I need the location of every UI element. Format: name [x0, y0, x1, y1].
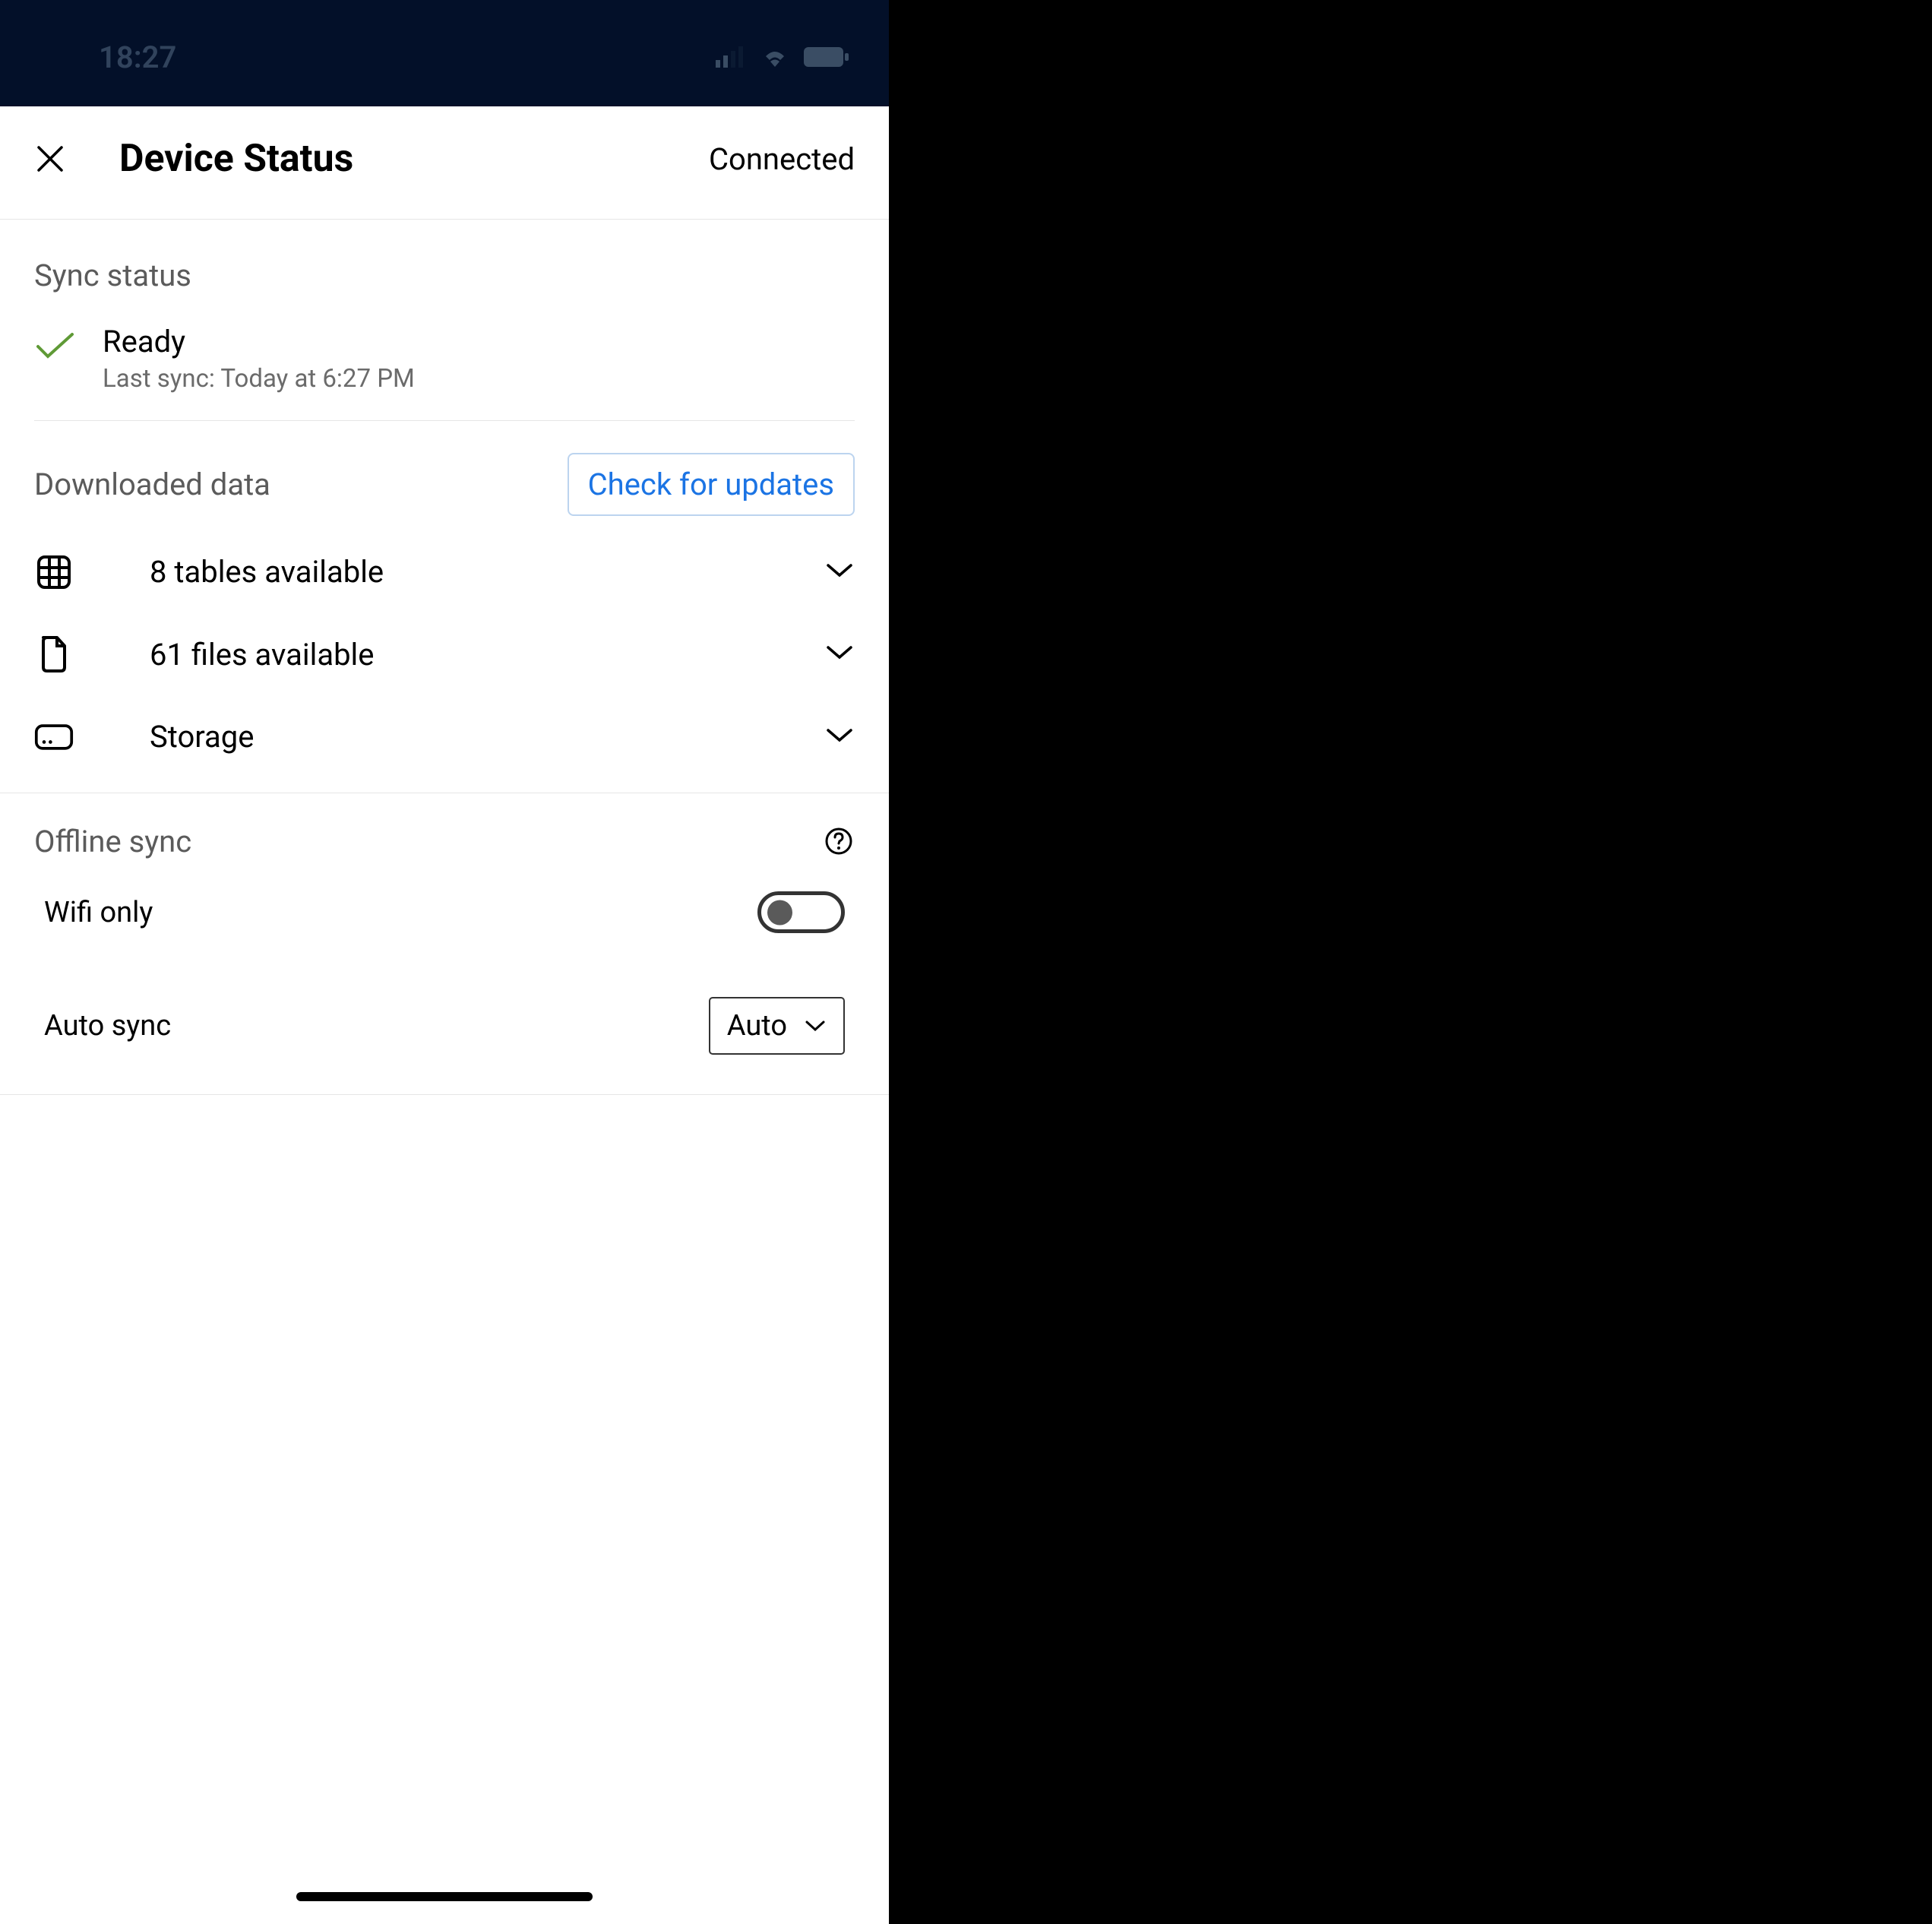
device-status-panel: 18:27 Device Status Connected Sync statu…	[0, 0, 889, 1924]
check-icon	[34, 331, 76, 365]
auto-sync-label: Auto sync	[44, 1009, 171, 1043]
page-title: Device Status	[119, 137, 709, 181]
status-bar: 18:27	[0, 0, 889, 106]
storage-icon	[34, 723, 74, 752]
chevron-down-icon	[824, 644, 855, 665]
toggle-knob	[767, 900, 792, 925]
connection-status: Connected	[709, 141, 855, 177]
auto-sync-value: Auto	[727, 1009, 787, 1043]
sync-status-header: Sync status	[34, 220, 855, 309]
close-button[interactable]	[34, 143, 66, 175]
files-row[interactable]: 61 files available	[34, 612, 855, 696]
sync-status-text: Ready Last sync: Today at 6:27 PM	[103, 324, 415, 394]
cellular-icon	[716, 46, 746, 68]
status-time: 18:27	[99, 40, 176, 75]
help-button[interactable]	[824, 827, 855, 857]
storage-row[interactable]: Storage	[34, 696, 855, 777]
status-icons	[716, 46, 851, 68]
chevron-down-icon	[824, 562, 855, 583]
sync-status-row: Ready Last sync: Today at 6:27 PM	[34, 309, 855, 421]
wifi-only-toggle[interactable]	[757, 891, 845, 933]
files-label: 61 files available	[150, 637, 824, 672]
home-indicator[interactable]	[296, 1892, 593, 1901]
offline-sync-header: Offline sync	[34, 793, 855, 859]
sync-status-section: Sync status Ready Last sync: Today at 6:…	[0, 220, 889, 421]
battery-icon	[804, 46, 851, 68]
sync-last-sync: Last sync: Today at 6:27 PM	[103, 364, 415, 394]
wifi-only-row: Wifi only	[34, 859, 855, 965]
wifi-icon	[760, 46, 790, 68]
chevron-down-icon	[824, 726, 855, 748]
wifi-only-label: Wifi only	[44, 896, 153, 929]
offline-sync-section: Offline sync Wifi only Auto sync Auto	[0, 793, 889, 1095]
offline-sync-title: Offline sync	[34, 824, 191, 859]
auto-sync-select[interactable]: Auto	[709, 997, 845, 1055]
auto-sync-row: Auto sync Auto	[34, 965, 855, 1087]
tables-label: 8 tables available	[150, 554, 824, 590]
page-header: Device Status Connected	[0, 106, 889, 220]
file-icon	[34, 635, 74, 673]
table-icon	[34, 555, 74, 590]
downloaded-data-header: Downloaded data Check for updates	[34, 421, 855, 531]
sync-state: Ready	[103, 324, 415, 359]
storage-label: Storage	[150, 719, 824, 755]
close-icon	[36, 145, 64, 172]
help-icon	[824, 827, 853, 856]
check-updates-button[interactable]: Check for updates	[568, 453, 855, 516]
downloaded-data-section: Downloaded data Check for updates 8 tabl…	[0, 421, 889, 793]
chevron-down-icon	[804, 1018, 827, 1033]
tables-row[interactable]: 8 tables available	[34, 531, 855, 612]
downloaded-data-title: Downloaded data	[34, 467, 270, 502]
